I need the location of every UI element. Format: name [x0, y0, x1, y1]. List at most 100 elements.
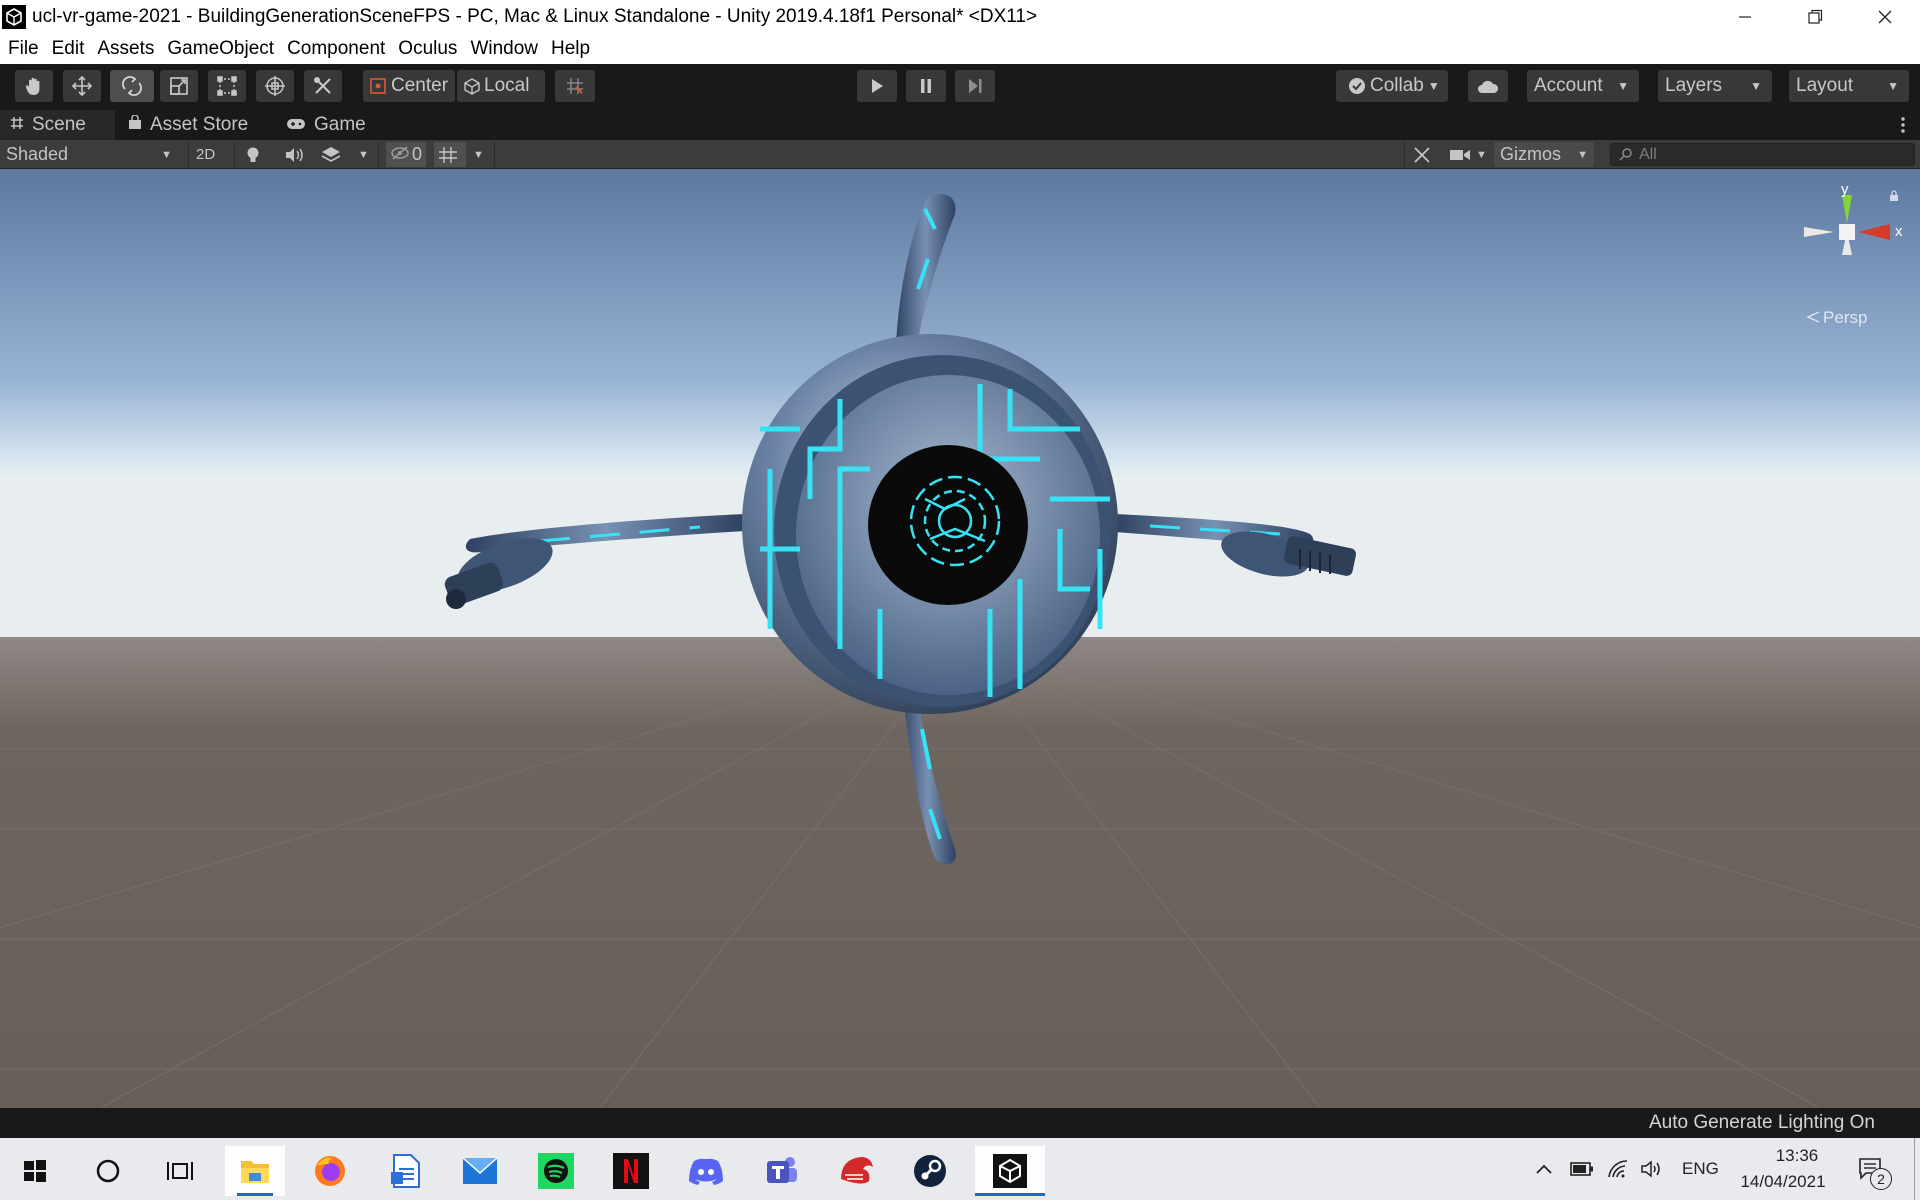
- 2d-toggle[interactable]: 2D: [196, 142, 218, 167]
- scene-render: [0, 169, 1920, 1108]
- pivot-icon: [369, 77, 387, 95]
- lock-icon[interactable]: [1889, 189, 1899, 207]
- scene-viewport[interactable]: y x Persp: [0, 169, 1920, 1108]
- tab-game[interactable]: Game: [286, 110, 386, 140]
- mail-icon[interactable]: [450, 1146, 510, 1196]
- pivot-center-button[interactable]: Center: [363, 70, 455, 102]
- chevron-down-icon[interactable]: ▼: [473, 142, 484, 167]
- menu-assets[interactable]: Assets: [97, 38, 154, 60]
- hash-icon: [10, 114, 24, 136]
- firefox-icon[interactable]: [300, 1146, 360, 1196]
- window-title-bar: ucl-vr-game-2021 - BuildingGenerationSce…: [0, 0, 1920, 34]
- hidden-count: 0: [412, 144, 423, 164]
- menu-component[interactable]: Component: [287, 38, 385, 60]
- audio-icon[interactable]: [284, 142, 304, 167]
- pivot-label: Center: [391, 75, 449, 96]
- minimize-icon[interactable]: [1710, 0, 1780, 34]
- chevron-down-icon: ▼: [1750, 79, 1762, 93]
- hidden-objects-toggle[interactable]: 0: [386, 142, 426, 167]
- status-text: Auto Generate Lighting On: [1648, 1112, 1875, 1133]
- volume-icon[interactable]: [1640, 1138, 1664, 1200]
- step-button[interactable]: [955, 70, 995, 102]
- netflix-icon[interactable]: [601, 1146, 661, 1196]
- wifi-icon[interactable]: [1607, 1138, 1629, 1200]
- teams-icon[interactable]: [751, 1146, 811, 1196]
- start-icon[interactable]: [5, 1146, 65, 1196]
- chevron-down-icon: ▼: [1617, 79, 1629, 93]
- grid-snap-button[interactable]: [555, 70, 595, 102]
- menu-gameobject[interactable]: GameObject: [167, 38, 274, 60]
- file-explorer-icon[interactable]: [225, 1146, 285, 1196]
- pause-button[interactable]: [906, 70, 946, 102]
- menu-help[interactable]: Help: [551, 38, 590, 60]
- menu-window[interactable]: Window: [470, 38, 538, 60]
- tab-scene[interactable]: Scene: [0, 110, 115, 140]
- word-document-icon[interactable]: [376, 1146, 436, 1196]
- unity-icon[interactable]: [975, 1146, 1045, 1196]
- chevron-down-icon[interactable]: ▼: [358, 142, 369, 167]
- tools-icon[interactable]: [1413, 142, 1431, 167]
- play-button[interactable]: [857, 70, 897, 102]
- move-tool-icon[interactable]: [63, 70, 101, 102]
- check-circle-icon: [1348, 77, 1366, 95]
- menu-file[interactable]: File: [8, 38, 39, 60]
- chevron-down-icon[interactable]: ▼: [1476, 142, 1487, 167]
- projection-label: Persp: [1823, 308, 1868, 327]
- account-dropdown[interactable]: Account ▼: [1527, 70, 1639, 102]
- transform-tool-icon[interactable]: [256, 70, 294, 102]
- chevron-down-icon: ▼: [161, 148, 172, 161]
- perspective-icon: [1806, 308, 1820, 328]
- show-desktop-button[interactable]: [1914, 1138, 1920, 1200]
- account-label: Account: [1534, 75, 1603, 96]
- steam-icon[interactable]: [900, 1146, 960, 1196]
- battery-icon[interactable]: [1570, 1138, 1594, 1200]
- language-indicator[interactable]: ENG: [1682, 1138, 1719, 1200]
- main-toolbar: Center Local Collab ▼ Account ▼ Layers ▼…: [0, 64, 1920, 110]
- hand-tool-icon[interactable]: [15, 70, 53, 102]
- space-local-button[interactable]: Local: [457, 70, 545, 102]
- grid-toggle-icon[interactable]: [434, 142, 466, 167]
- effects-icon[interactable]: [321, 142, 341, 167]
- notification-count-badge: 2: [1870, 1168, 1892, 1190]
- chevron-down-icon: ▼: [1887, 79, 1899, 93]
- razer-icon[interactable]: [826, 1146, 886, 1196]
- layers-dropdown[interactable]: Layers ▼: [1658, 70, 1772, 102]
- search-icon[interactable]: [78, 1146, 138, 1196]
- kebab-menu-icon[interactable]: [1900, 116, 1906, 139]
- scene-view-toolbar: Shaded ▼ 2D ▼ 0 ▼ ▼ Gizmos ▼ All: [0, 140, 1920, 169]
- projection-toggle[interactable]: Persp: [1806, 308, 1867, 328]
- gizmos-dropdown[interactable]: Gizmos ▼: [1494, 142, 1594, 167]
- tab-scene-label: Scene: [32, 114, 86, 135]
- close-icon[interactable]: [1850, 0, 1920, 34]
- scene-search-input[interactable]: All: [1610, 143, 1915, 166]
- menu-oculus[interactable]: Oculus: [398, 38, 457, 60]
- spotify-icon[interactable]: [526, 1146, 586, 1196]
- layers-label: Layers: [1665, 75, 1723, 96]
- layout-dropdown[interactable]: Layout ▼: [1789, 70, 1909, 102]
- chevron-down-icon: ▼: [1427, 79, 1440, 93]
- clock-time: 13:36: [1775, 1146, 1819, 1165]
- tab-asset-store[interactable]: Asset Store: [128, 110, 268, 140]
- collab-label: Collab: [1370, 75, 1424, 96]
- cloud-button[interactable]: [1468, 70, 1508, 102]
- discord-icon[interactable]: [676, 1146, 736, 1196]
- shopping-bag-icon: [128, 114, 142, 136]
- lightbulb-icon[interactable]: [246, 142, 260, 167]
- rect-tool-icon[interactable]: [208, 70, 246, 102]
- rotate-tool-icon[interactable]: [110, 70, 154, 102]
- custom-tool-icon[interactable]: [304, 70, 342, 102]
- task-view-icon[interactable]: [150, 1146, 210, 1196]
- clock-date: 14/04/2021: [1740, 1172, 1826, 1191]
- status-bar: Auto Generate Lighting On: [0, 1108, 1920, 1138]
- restore-icon[interactable]: [1780, 0, 1850, 34]
- clock[interactable]: 13:36 14/04/2021: [1733, 1138, 1833, 1200]
- camera-icon[interactable]: [1449, 142, 1471, 167]
- menu-edit[interactable]: Edit: [52, 38, 85, 60]
- notification-center-icon[interactable]: 2: [1858, 1138, 1892, 1200]
- collab-dropdown[interactable]: Collab ▼: [1336, 70, 1448, 102]
- scale-tool-icon[interactable]: [160, 70, 198, 102]
- chevron-up-icon[interactable]: [1535, 1138, 1553, 1200]
- draw-mode-dropdown[interactable]: Shaded ▼: [6, 142, 178, 167]
- tab-asset-store-label: Asset Store: [150, 114, 249, 135]
- chevron-down-icon: ▼: [1577, 148, 1588, 161]
